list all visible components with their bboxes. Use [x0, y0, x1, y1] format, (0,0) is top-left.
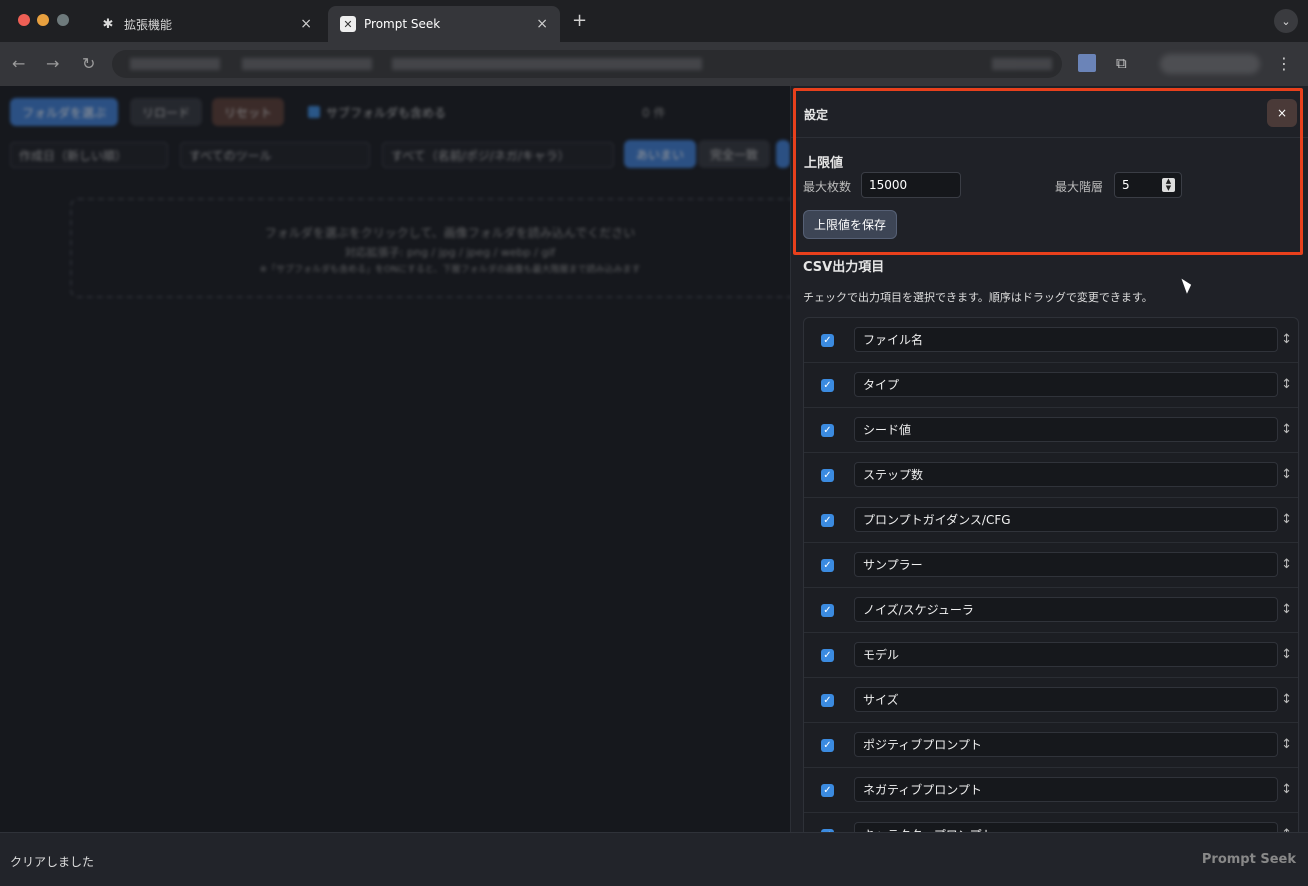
- checkbox-checked-icon[interactable]: ✓: [821, 424, 834, 437]
- search-button[interactable]: [776, 140, 790, 168]
- window-zoom-button[interactable]: [57, 14, 69, 26]
- csv-field-label: タイプ: [854, 372, 1278, 397]
- csv-field-label: ポジティブプロンプト: [854, 732, 1278, 757]
- csv-field-label: プロンプトガイダンス/CFG: [854, 507, 1278, 532]
- checkbox-checked-icon[interactable]: ✓: [821, 379, 834, 392]
- csv-field-label: キャラクタープロンプト: [854, 822, 1278, 832]
- result-count: 0 件: [642, 105, 666, 120]
- csv-heading: CSV出力項目: [803, 260, 885, 275]
- checkbox-checked-icon[interactable]: ✓: [821, 784, 834, 797]
- checkbox-checked-icon[interactable]: ✓: [821, 739, 834, 752]
- tool-filter-select[interactable]: すべてのツール: [180, 142, 370, 168]
- tab-label: 拡張機能: [124, 17, 173, 32]
- tab-close-icon[interactable]: ×: [536, 16, 548, 32]
- drag-handle-icon[interactable]: ↕: [1281, 602, 1292, 617]
- reload-button[interactable]: リロード: [130, 98, 203, 126]
- dropzone-extensions: 対応拡張子: png / jpg / jpeg / webp / gif: [344, 246, 556, 259]
- status-message: クリアしました: [10, 855, 95, 869]
- highlight-box: [793, 88, 1303, 255]
- checkbox-checked-icon[interactable]: ✓: [821, 514, 834, 527]
- csv-field-row[interactable]: ✓ プロンプトガイダンス/CFG ↕: [804, 498, 1298, 543]
- tab-label: Prompt Seek: [364, 17, 441, 31]
- checkbox-checked-icon[interactable]: ✓: [821, 649, 834, 662]
- csv-field-row[interactable]: ✓ ステップ数 ↕: [804, 453, 1298, 498]
- tool-filter-value: すべてのツール: [189, 148, 272, 163]
- drag-handle-icon[interactable]: ↕: [1281, 737, 1292, 752]
- checkbox-checked-icon[interactable]: ✓: [821, 469, 834, 482]
- drag-handle-icon[interactable]: ↕: [1281, 692, 1292, 707]
- match-partial-button[interactable]: あいまい: [624, 140, 697, 168]
- browser-tab-bar: ✱ 拡張機能 × ✕ Prompt Seek × + ⌄: [0, 0, 1308, 42]
- csv-field-row[interactable]: ✓ シード値 ↕: [804, 408, 1298, 453]
- csv-field-label: ノイズ/スケジューラ: [854, 597, 1278, 622]
- prompt-seek-icon: ✕: [340, 16, 356, 32]
- tab-extensions[interactable]: ✱ 拡張機能 ×: [88, 6, 324, 42]
- csv-field-label: サイズ: [854, 687, 1278, 712]
- csv-field-row[interactable]: ✓ サイズ ↕: [804, 678, 1298, 723]
- match-exact-button[interactable]: 完全一致: [698, 140, 771, 168]
- status-bar: クリアしました Prompt Seek: [0, 832, 1308, 886]
- csv-field-list: ✓ ファイル名 ↕ ✓ タイプ ↕ ✓ シード値 ↕ ✓ ステップ数 ↕ ✓ プロンプトガイダンス…: [803, 317, 1299, 832]
- app-content: フォルダを選ぶ リロード リセット サブフォルダも含める 0 件 作成日（新しい…: [0, 86, 1308, 832]
- choose-folder-button[interactable]: フォルダを選ぶ: [10, 98, 119, 126]
- csv-note: チェックで出力項目を選択できます。順序はドラッグで変更できます。: [803, 291, 1153, 304]
- csv-field-row[interactable]: ✓ サンプラー ↕: [804, 543, 1298, 588]
- csv-field-label: モデル: [854, 642, 1278, 667]
- drag-handle-icon[interactable]: ↕: [1281, 377, 1292, 392]
- window-close-button[interactable]: [18, 14, 30, 26]
- checkbox-icon: [308, 106, 320, 118]
- back-arrow-icon[interactable]: ←: [12, 54, 25, 73]
- chevron-down-icon: ⌄: [1281, 14, 1291, 28]
- checkbox-checked-icon[interactable]: ✓: [821, 559, 834, 572]
- address-bar[interactable]: [112, 50, 1062, 78]
- checkbox-checked-icon[interactable]: ✓: [821, 334, 834, 347]
- reload-icon[interactable]: ↻: [82, 54, 95, 73]
- csv-field-label: ファイル名: [854, 327, 1278, 352]
- browser-menu-icon[interactable]: ⋮: [1276, 54, 1292, 73]
- scope-filter-value: すべて（名前/ポジ/ネガ/キャラ）: [391, 148, 570, 163]
- csv-field-row[interactable]: ✓ モデル ↕: [804, 633, 1298, 678]
- drag-handle-icon[interactable]: ↕: [1281, 782, 1292, 797]
- drag-handle-icon[interactable]: ↕: [1281, 332, 1292, 347]
- csv-field-row[interactable]: ✓ タイプ ↕: [804, 363, 1298, 408]
- csv-field-row[interactable]: ✓ ポジティブプロンプト ↕: [804, 723, 1298, 768]
- extensions-puzzle-icon[interactable]: ⧉: [1116, 54, 1134, 72]
- browser-toolbar: ← → ↻ ⧉ ⋮: [0, 42, 1308, 86]
- include-subfolders-toggle[interactable]: サブフォルダも含める: [296, 98, 458, 126]
- drag-handle-icon[interactable]: ↕: [1281, 647, 1292, 662]
- checkbox-checked-icon[interactable]: ✓: [821, 694, 834, 707]
- extension-icon[interactable]: [1078, 54, 1096, 72]
- csv-field-row[interactable]: ✓ ノイズ/スケジューラ ↕: [804, 588, 1298, 633]
- tab-prompt-seek[interactable]: ✕ Prompt Seek ×: [328, 6, 560, 42]
- checkbox-checked-icon[interactable]: ✓: [821, 604, 834, 617]
- drag-handle-icon[interactable]: ↕: [1281, 512, 1292, 527]
- settings-panel: 設定 × 上限値 最大枚数 15000 最大階層 5 ▲ ▼ 上限値を保存 CSV…: [790, 86, 1308, 832]
- csv-field-row[interactable]: ✓キャラクタープロンプト↕: [804, 813, 1298, 832]
- scope-filter-select[interactable]: すべて（名前/ポジ/ネガ/キャラ）: [382, 142, 614, 168]
- forward-arrow-icon[interactable]: →: [46, 54, 59, 73]
- puzzle-icon: ✱: [102, 16, 114, 32]
- csv-field-row[interactable]: ✓ ネガティブプロンプト ↕: [804, 768, 1298, 813]
- sort-select-value: 作成日（新しい順）: [19, 148, 128, 163]
- sort-select[interactable]: 作成日（新しい順）: [10, 142, 168, 168]
- tab-close-icon[interactable]: ×: [300, 16, 312, 32]
- dropzone-note: ※「サブフォルダも含める」をONにすると、下層フォルダの画像も最大階層まで読み込…: [259, 265, 641, 275]
- csv-field-label: サンプラー: [854, 552, 1278, 577]
- csv-field-label: ネガティブプロンプト: [854, 777, 1278, 802]
- profile-area[interactable]: [1160, 54, 1260, 74]
- csv-field-label: シード値: [854, 417, 1278, 442]
- tab-search-button[interactable]: ⌄: [1274, 9, 1298, 33]
- brand-label: Prompt Seek: [1201, 852, 1296, 867]
- window-minimize-button[interactable]: [37, 14, 49, 26]
- dropzone-instruction: フォルダを選ぶをクリックして、画像フォルダを読み込んでください: [264, 226, 636, 240]
- drag-handle-icon[interactable]: ↕: [1281, 467, 1292, 482]
- new-tab-button[interactable]: +: [572, 10, 587, 31]
- csv-field-label: ステップ数: [854, 462, 1278, 487]
- reset-button[interactable]: リセット: [212, 98, 285, 126]
- csv-field-row[interactable]: ✓ ファイル名 ↕: [804, 318, 1298, 363]
- folder-dropzone[interactable]: フォルダを選ぶをクリックして、画像フォルダを読み込んでください 対応拡張子: p…: [70, 198, 830, 298]
- drag-handle-icon[interactable]: ↕: [1281, 422, 1292, 437]
- drag-handle-icon[interactable]: ↕: [1281, 557, 1292, 572]
- include-subfolders-label: サブフォルダも含める: [326, 105, 447, 120]
